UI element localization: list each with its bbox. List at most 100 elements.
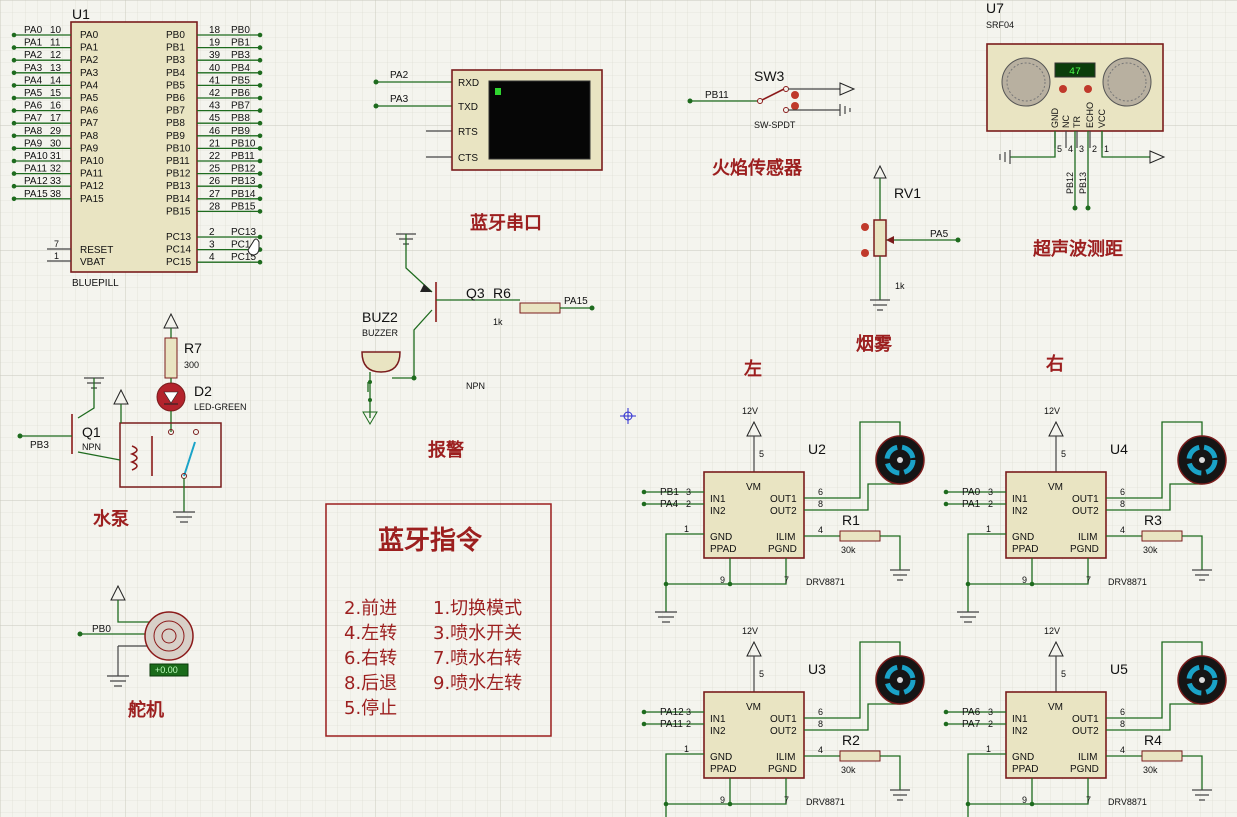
driver-type: DRV8871 [806,797,845,807]
mcu-left-num: 38 [50,189,62,200]
mcu-pin-terminal [11,95,17,101]
sonar-pin-num: 3 [1079,144,1084,154]
pin-gnd: GND [710,752,732,763]
mcu-pin-terminal [11,32,17,38]
mcu-pin-terminal [257,108,263,113]
mcu-right-num: 45 [209,113,221,124]
sonar-pin-num: 4 [1068,144,1073,154]
mcu-pin-terminal [257,70,263,76]
mcu-pin-terminal [257,171,263,176]
mcu-pin-terminal [11,45,17,50]
mcu-pin-terminal [257,120,263,126]
out1-num: 6 [1120,487,1125,497]
pin-in2: IN2 [1012,506,1028,517]
mcu-pin-terminal [257,209,263,214]
mcu-left-pin: PA7 [80,118,99,129]
right-side-label: 右 [1046,353,1064,375]
pin-pgnd: PGND [1070,764,1099,775]
mcu-left-pin: PA11 [80,169,103,180]
pin-gnd: GND [1012,752,1034,763]
command-item: 9.喷水左转 [433,673,522,694]
ilim-num: 4 [818,745,823,755]
mcu-left-net: PA11 [24,164,47,175]
driver-type: DRV8871 [1108,577,1147,587]
mcu-left-num: 14 [50,75,62,86]
in1-num: 3 [686,707,691,717]
sonar-pin-num: 2 [1092,144,1097,154]
pgnd-num: 7 [1086,795,1091,805]
mcu-right-net: PB8 [231,113,250,124]
ilim-resistor [1141,530,1183,542]
pin-in2: IN2 [710,726,726,737]
mcu-pin-terminal [257,83,263,88]
in1-num: 3 [686,487,691,497]
mcu-right-pin: PB13 [166,181,191,192]
pin-out2: OUT2 [1072,506,1099,517]
servo-label: 舵机 [128,699,164,721]
terminal-label: 蓝牙串口 [470,213,542,234]
ppad-num: 9 [720,575,725,585]
motor-shaft [897,457,903,463]
driver-ref: U4 [1110,441,1128,457]
mcu-right-pin: PB1 [166,43,185,54]
mcu-left-net: PA9 [24,138,43,149]
driver-res-value: 30k [1143,765,1158,775]
sonar-pin-label: TR [1072,116,1082,128]
mcu-left-net: PA7 [24,113,43,124]
command-item: 3.喷水开关 [433,623,522,644]
mcu-left-pins: PA0 10 PA0PA1 11 PA1PA2 12 PA2PA3 13 PA3PA4 14 PA4… [11,25,104,205]
command-item: 5.停止 [344,698,397,719]
mcu-left-num: 13 [50,63,62,74]
mcu-vbat-pin: VBAT [80,257,105,268]
pot-ref: RV1 [894,185,921,201]
out2-num: 8 [818,499,823,509]
pin-out2: OUT2 [770,506,797,517]
driver-in1-net: PB1 [660,487,679,498]
mcu-pin-terminal [11,70,17,76]
mcu-pin-terminal [257,32,263,38]
buzzer-resistor: R6 [493,285,511,301]
pin-out1: OUT1 [770,714,797,725]
terminal-net-1: PA2 [390,70,409,81]
pin-ilim: ILIM [1078,532,1097,543]
schematic-canvas[interactable]: U1 BLUEPILL PA0 10 PA0PA1 11 PA1PA2 12 PA2PA3 1… [0,0,1237,817]
pin-ppad: PPAD [710,764,737,775]
driver-res-ref: R2 [842,732,860,748]
mcu-right-num: 19 [209,38,221,49]
mcu-pin-terminal [11,171,17,176]
sonar-pin-num: 1 [1104,144,1109,154]
mcu-left-net: PA5 [24,88,43,99]
mcu-pin-terminal [257,259,263,265]
mcu-left-pin: PA6 [80,106,99,117]
mcu-pin-terminal [257,95,263,101]
input-terminal [943,709,949,715]
mcu-pin-terminal [257,183,263,189]
gnd-num: 1 [684,524,689,534]
out2-num: 8 [1120,719,1125,729]
pump-transistor-type: NPN [82,442,101,452]
terminal-pin-txd: TXD [458,102,478,113]
mcu-left-num: 12 [50,50,62,61]
motor-shaft [897,677,903,683]
mcu-right-pin: PB14 [166,194,191,205]
mcu-pin-terminal [257,45,263,50]
pin-vm: VM [1048,702,1063,713]
sonar-pin-label: GND [1050,108,1060,129]
pin-ilim: ILIM [776,532,795,543]
buzzer-transistor-type: NPN [466,381,485,391]
junction [965,801,971,807]
mcu-pin-terminal [257,234,263,240]
mcu-right-net: PB4 [231,63,250,74]
mcu-left-pin: PA10 [80,156,104,167]
mcu-right-net: PB10 [231,138,256,149]
mcu-vbat-num: 1 [54,251,59,261]
mcu-left-net: PA12 [24,176,48,187]
driver-ref: U3 [808,661,826,677]
mcu-pin-terminal [11,133,17,139]
mcu-left-num: 11 [50,38,61,49]
commands-title: 蓝牙指令 [378,525,483,556]
ilim-num: 4 [1120,745,1125,755]
buzzer-label: 报警 [428,439,464,461]
mcu-left-net: PA0 [24,25,43,36]
ilim-resistor [839,750,881,762]
